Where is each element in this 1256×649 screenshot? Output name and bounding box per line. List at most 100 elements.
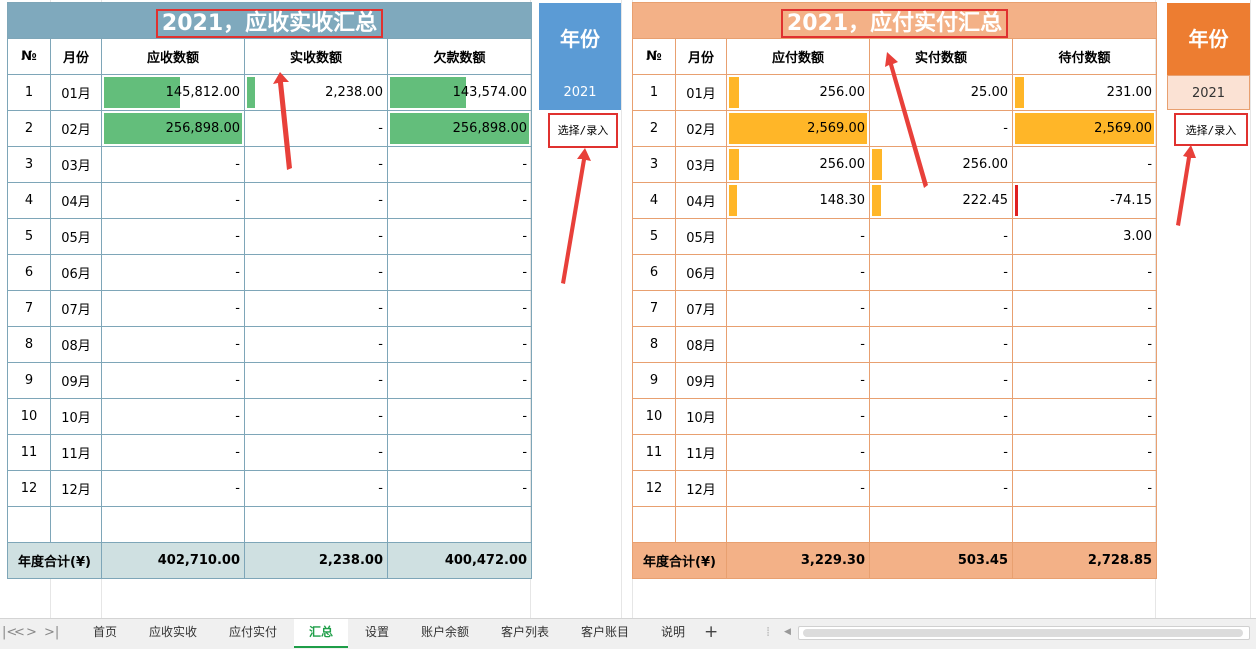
- splitter-handle[interactable]: ⁞: [766, 619, 770, 646]
- blank-cell[interactable]: [726, 506, 870, 543]
- row-number[interactable]: 12: [7, 470, 51, 507]
- next-sheet-button[interactable]: >: [26, 619, 37, 646]
- amount-c[interactable]: -: [1011, 434, 1158, 471]
- amount-a[interactable]: 2,569.00: [726, 110, 870, 147]
- amount-c[interactable]: -: [386, 362, 533, 399]
- amount-c[interactable]: -: [386, 146, 533, 183]
- amount-c[interactable]: 2,569.00: [1011, 110, 1158, 147]
- row-number[interactable]: 7: [632, 290, 676, 327]
- blank-cell[interactable]: [101, 506, 245, 543]
- amount-a[interactable]: -: [101, 182, 245, 219]
- amount-b[interactable]: -: [869, 398, 1013, 435]
- row-month[interactable]: 11月: [50, 434, 102, 471]
- row-month[interactable]: 07月: [50, 290, 102, 327]
- row-number[interactable]: 8: [632, 326, 676, 363]
- row-month[interactable]: 02月: [675, 110, 727, 147]
- amount-c[interactable]: -: [386, 182, 533, 219]
- row-month[interactable]: 07月: [675, 290, 727, 327]
- row-month[interactable]: 09月: [675, 362, 727, 399]
- receivable-title-cell[interactable]: 2021，应收实收汇总: [6, 2, 533, 39]
- tab-readme[interactable]: 说明: [650, 619, 696, 648]
- row-number[interactable]: 6: [632, 254, 676, 291]
- amount-b[interactable]: 25.00: [869, 74, 1013, 111]
- amount-a[interactable]: -: [726, 218, 870, 255]
- row-month[interactable]: 04月: [675, 182, 727, 219]
- amount-c[interactable]: -: [386, 398, 533, 435]
- row-month[interactable]: 02月: [50, 110, 102, 147]
- amount-b[interactable]: -: [244, 146, 388, 183]
- row-number[interactable]: 12: [632, 470, 676, 507]
- blank-cell[interactable]: [632, 506, 676, 543]
- add-sheet-icon[interactable]: +: [704, 619, 718, 646]
- amount-c[interactable]: -: [386, 254, 533, 291]
- amount-a[interactable]: 148.30: [726, 182, 870, 219]
- row-month[interactable]: 08月: [675, 326, 727, 363]
- amount-b[interactable]: -: [869, 434, 1013, 471]
- amount-b[interactable]: -: [869, 110, 1013, 147]
- year-left-input[interactable]: 2021: [539, 75, 621, 110]
- amount-b[interactable]: 2,238.00: [244, 74, 388, 111]
- row-month[interactable]: 03月: [50, 146, 102, 183]
- row-month[interactable]: 05月: [675, 218, 727, 255]
- amount-c[interactable]: -: [386, 470, 533, 507]
- amount-a[interactable]: -: [726, 434, 870, 471]
- blank-cell[interactable]: [675, 506, 727, 543]
- row-number[interactable]: 6: [7, 254, 51, 291]
- amount-a[interactable]: -: [101, 146, 245, 183]
- amount-b[interactable]: -: [244, 254, 388, 291]
- amount-c[interactable]: -: [1011, 290, 1158, 327]
- amount-c[interactable]: -: [386, 434, 533, 471]
- row-month[interactable]: 01月: [50, 74, 102, 111]
- amount-c[interactable]: -: [386, 218, 533, 255]
- total-value[interactable]: 503.45: [869, 542, 1013, 579]
- blank-cell[interactable]: [244, 506, 388, 543]
- row-month[interactable]: 08月: [50, 326, 102, 363]
- amount-c[interactable]: -: [386, 290, 533, 327]
- row-number[interactable]: 1: [632, 74, 676, 111]
- row-number[interactable]: 2: [7, 110, 51, 147]
- amount-a[interactable]: -: [726, 362, 870, 399]
- blank-cell[interactable]: [1011, 506, 1158, 543]
- amount-c[interactable]: -: [1011, 146, 1158, 183]
- amount-a[interactable]: 256.00: [726, 146, 870, 183]
- row-number[interactable]: 3: [632, 146, 676, 183]
- amount-b[interactable]: -: [244, 326, 388, 363]
- row-month[interactable]: 01月: [675, 74, 727, 111]
- amount-a[interactable]: 256.00: [726, 74, 870, 111]
- amount-c[interactable]: -: [1011, 326, 1158, 363]
- amount-c[interactable]: -: [1011, 362, 1158, 399]
- row-number[interactable]: 9: [7, 362, 51, 399]
- row-month[interactable]: 05月: [50, 218, 102, 255]
- row-month[interactable]: 10月: [675, 398, 727, 435]
- amount-a[interactable]: -: [101, 218, 245, 255]
- total-value[interactable]: 2,238.00: [244, 542, 388, 579]
- amount-a[interactable]: -: [726, 254, 870, 291]
- amount-b[interactable]: -: [244, 470, 388, 507]
- amount-a[interactable]: -: [726, 290, 870, 327]
- row-number[interactable]: 4: [7, 182, 51, 219]
- amount-a[interactable]: -: [726, 470, 870, 507]
- row-number[interactable]: 10: [632, 398, 676, 435]
- tab-summary[interactable]: 汇总: [294, 619, 348, 648]
- amount-c[interactable]: 143,574.00: [386, 74, 533, 111]
- amount-b[interactable]: -: [869, 218, 1013, 255]
- row-number[interactable]: 9: [632, 362, 676, 399]
- amount-b[interactable]: -: [869, 326, 1013, 363]
- amount-c[interactable]: -74.15: [1011, 182, 1158, 219]
- amount-c[interactable]: -: [1011, 254, 1158, 291]
- row-number[interactable]: 11: [632, 434, 676, 471]
- total-value[interactable]: 2,728.85: [1011, 542, 1158, 579]
- amount-b[interactable]: 256.00: [869, 146, 1013, 183]
- total-value[interactable]: 3,229.30: [726, 542, 870, 579]
- amount-b[interactable]: -: [244, 398, 388, 435]
- amount-a[interactable]: -: [101, 470, 245, 507]
- amount-a[interactable]: 256,898.00: [101, 110, 245, 147]
- row-number[interactable]: 8: [7, 326, 51, 363]
- amount-b[interactable]: -: [869, 470, 1013, 507]
- row-number[interactable]: 5: [7, 218, 51, 255]
- horizontal-scrollbar[interactable]: [798, 626, 1250, 640]
- row-month[interactable]: 06月: [50, 254, 102, 291]
- amount-a[interactable]: -: [726, 398, 870, 435]
- amount-b[interactable]: -: [244, 362, 388, 399]
- row-month[interactable]: 06月: [675, 254, 727, 291]
